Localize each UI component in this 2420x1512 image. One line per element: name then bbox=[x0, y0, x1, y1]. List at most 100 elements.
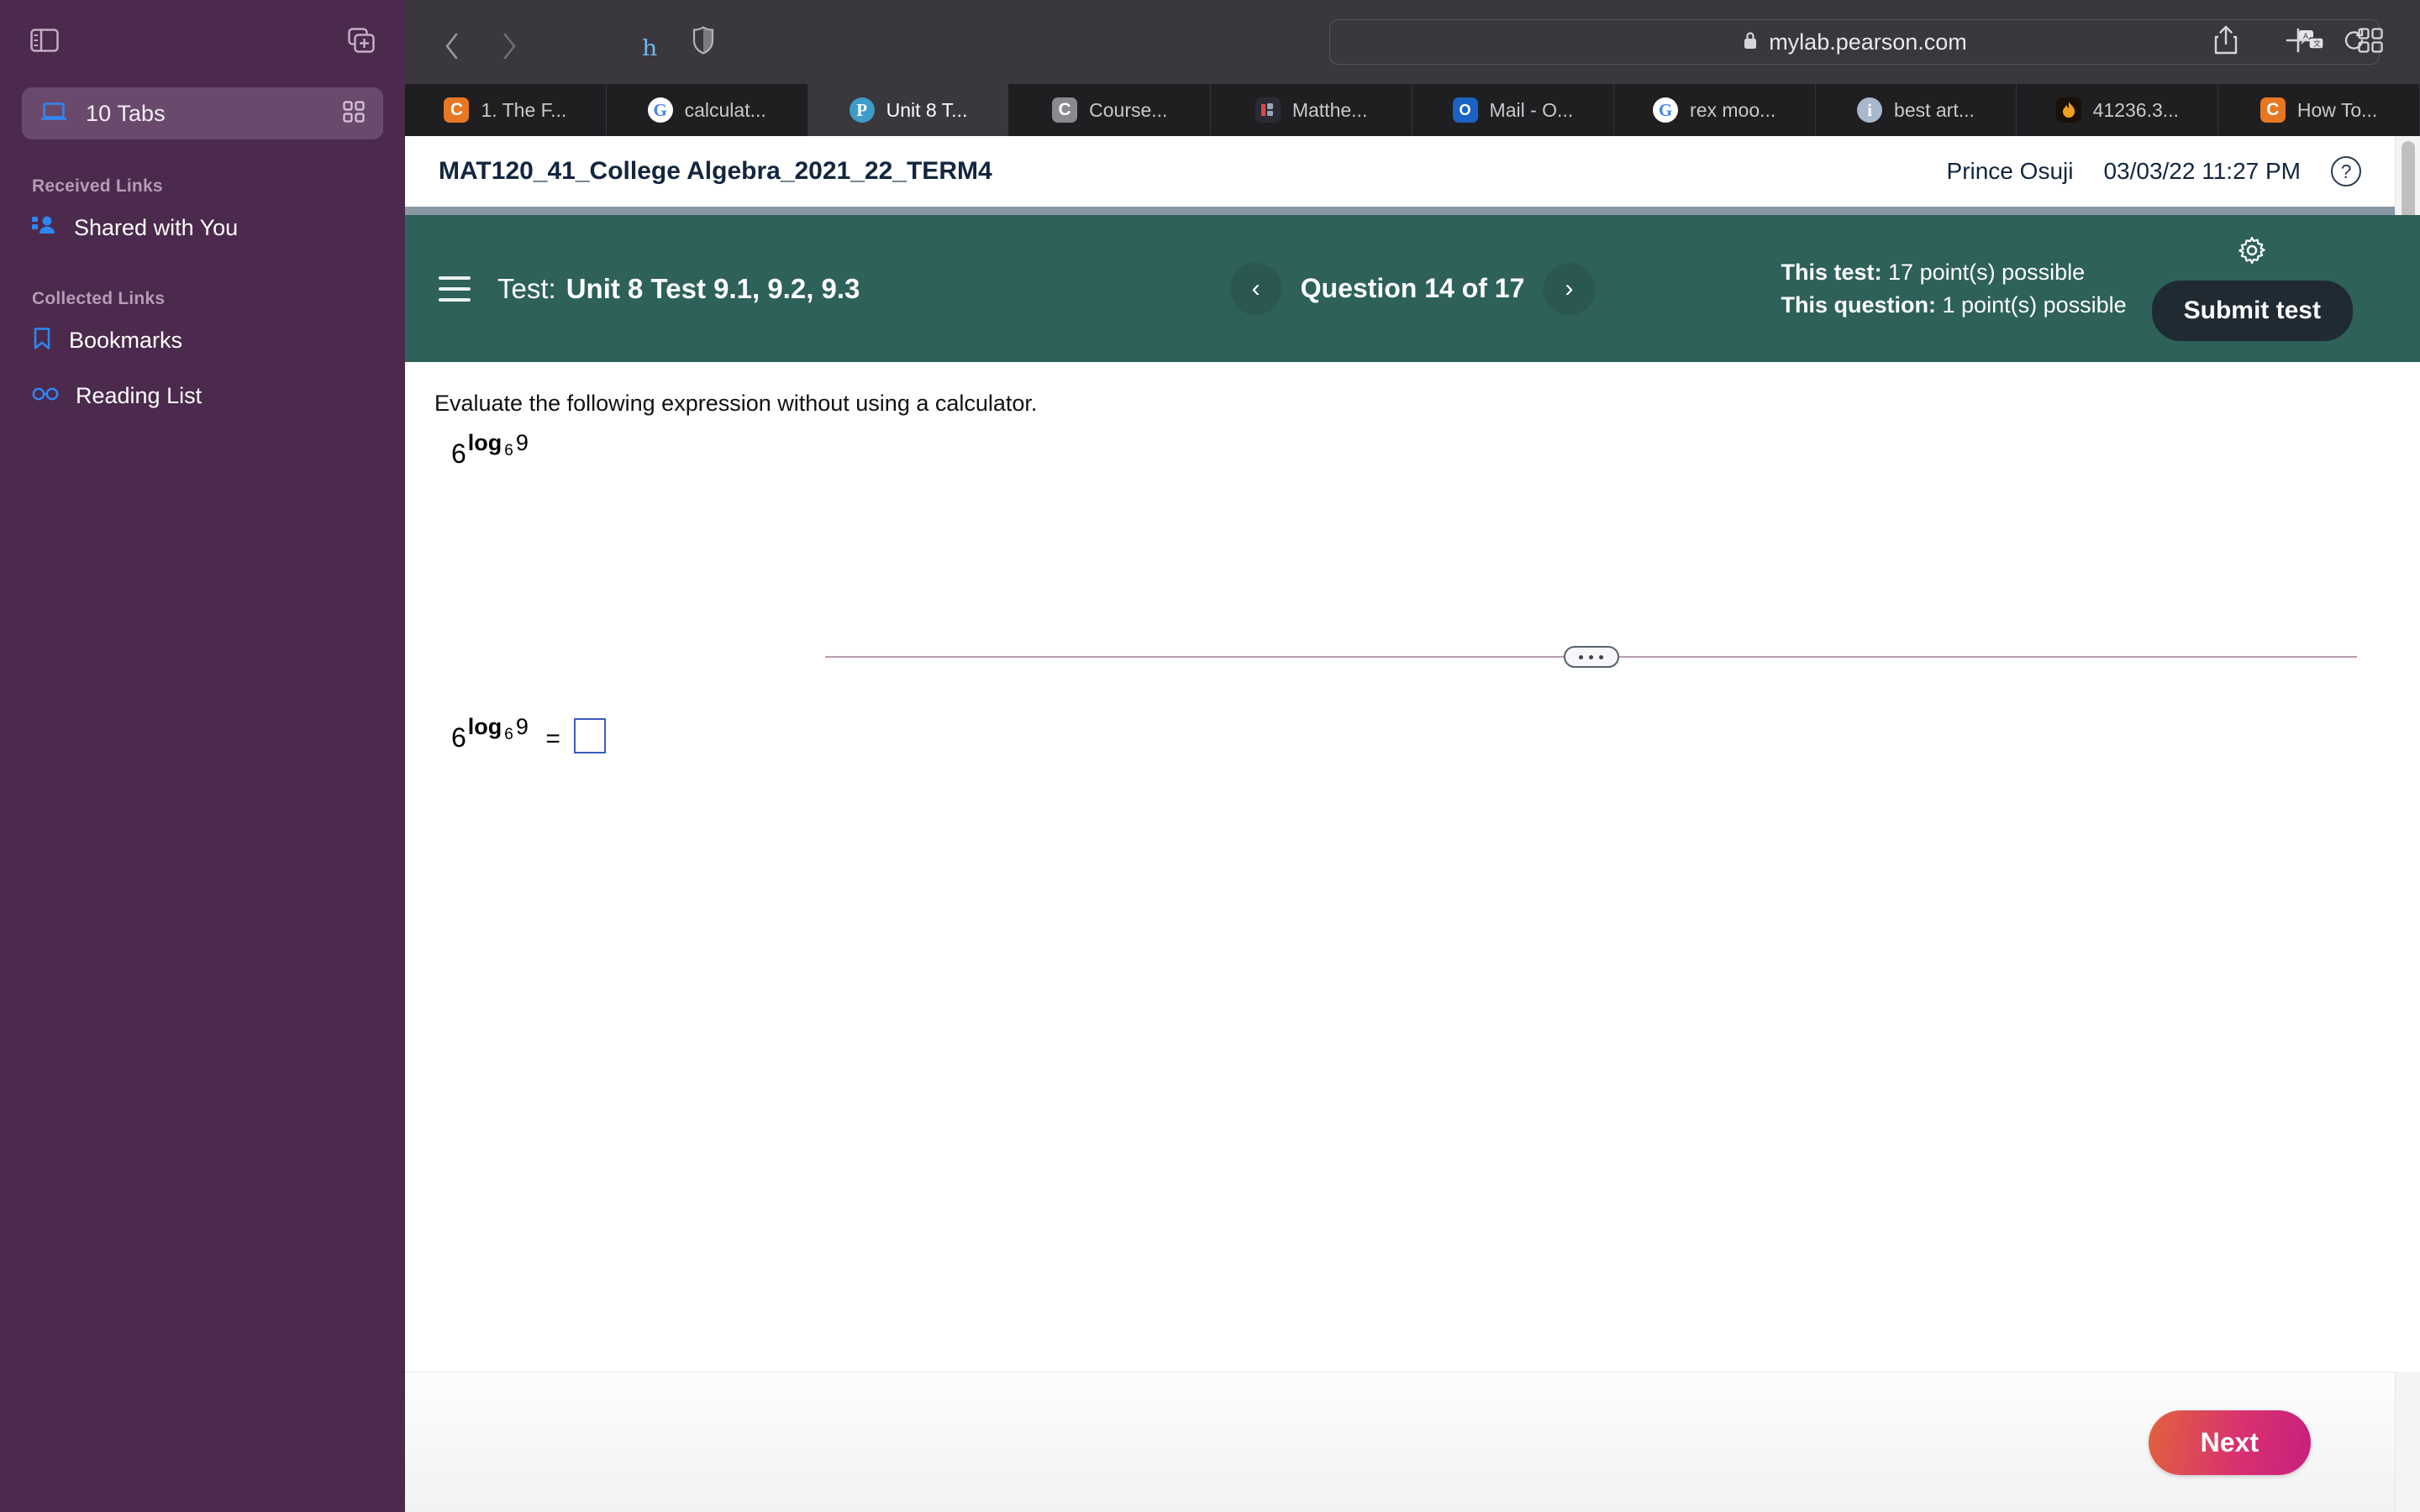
sidebar-toolbar bbox=[22, 0, 383, 84]
log-base: 6 bbox=[504, 442, 513, 460]
test-label: Test: bbox=[497, 273, 556, 305]
tab-title: Matthe... bbox=[1292, 99, 1367, 122]
this-test-points: This test: 17 point(s) possible bbox=[1781, 260, 2127, 286]
sidebar-item-label: Shared with You bbox=[74, 215, 238, 241]
page-title: MAT120_41_College Algebra_2021_22_TERM4 bbox=[439, 157, 992, 186]
navigation-buttons bbox=[442, 32, 519, 52]
header-divider bbox=[405, 207, 2420, 215]
course-header: MAT120_41_College Algebra_2021_22_TERM4 … bbox=[405, 136, 2420, 207]
sidebar-toggle-icon[interactable] bbox=[30, 29, 59, 56]
browser-tab[interactable]: Matthe... bbox=[1211, 84, 1413, 136]
shared-people-icon bbox=[32, 215, 57, 241]
outlook-icon: O bbox=[1453, 97, 1478, 123]
math-expression: 6 log 6 9 bbox=[451, 722, 529, 753]
points-info: This test: 17 point(s) possible This que… bbox=[1781, 260, 2152, 318]
new-tab-group-icon[interactable] bbox=[348, 28, 375, 57]
browser-tab[interactable]: C 1. The F... bbox=[405, 84, 607, 136]
grid-icon[interactable] bbox=[343, 101, 365, 127]
extension-icons: ₕ bbox=[642, 23, 714, 61]
glasses-icon bbox=[32, 386, 59, 407]
share-icon[interactable] bbox=[2213, 25, 2238, 60]
bookmark-icon bbox=[32, 327, 52, 354]
gear-icon[interactable] bbox=[2238, 236, 2266, 269]
equals-sign: = bbox=[545, 725, 560, 753]
tab-title: Course... bbox=[1089, 99, 1167, 122]
page-footer: Next bbox=[405, 1372, 2420, 1512]
chevron-right-icon[interactable] bbox=[499, 32, 519, 52]
next-question-button[interactable]: › bbox=[1543, 263, 1595, 315]
previous-question-button[interactable]: ‹ bbox=[1230, 263, 1282, 315]
browser-tab[interactable]: G rex moo... bbox=[1614, 84, 1816, 136]
privacy-shield-icon[interactable] bbox=[692, 26, 714, 59]
math-expression: 6 log 6 9 bbox=[451, 438, 529, 470]
this-question-points: This question: 1 point(s) possible bbox=[1781, 292, 2127, 318]
safari-sidebar: 10 Tabs Received Links Shar bbox=[0, 0, 405, 1512]
dot bbox=[1599, 655, 1603, 659]
sidebar-item-label: Reading List bbox=[76, 383, 202, 409]
submit-area: Submit test bbox=[2152, 236, 2386, 341]
log-base: 6 bbox=[504, 726, 513, 744]
help-icon[interactable]: ? bbox=[2331, 156, 2361, 186]
browser-window: 10 Tabs Received Links Shar bbox=[0, 0, 2420, 1512]
expression-base: 6 bbox=[451, 722, 466, 753]
sidebar-item-bookmarks[interactable]: Bookmarks bbox=[22, 316, 383, 365]
hypothesis-icon[interactable]: ₕ bbox=[642, 23, 659, 61]
sidebar-item-shared-with-you[interactable]: Shared with You bbox=[22, 203, 383, 252]
laptop-icon bbox=[40, 102, 67, 126]
this-question-label: This question: bbox=[1781, 292, 1937, 318]
hamburger-menu-icon[interactable] bbox=[439, 276, 471, 302]
tab-title: How To... bbox=[2297, 99, 2377, 122]
answer-expression: 6 log 6 9 = bbox=[405, 718, 2420, 753]
chevron-left-icon[interactable] bbox=[442, 32, 462, 52]
submit-test-button[interactable]: Submit test bbox=[2152, 281, 2353, 341]
google-icon: G bbox=[1653, 97, 1678, 123]
this-test-label: This test: bbox=[1781, 260, 1882, 285]
this-test-value: 17 point(s) possible bbox=[1888, 260, 2085, 285]
tab-overview-icon[interactable] bbox=[2358, 28, 2383, 57]
document-icon bbox=[1255, 97, 1281, 123]
browser-tab[interactable]: G calculat... bbox=[607, 84, 808, 136]
browser-tab[interactable]: C Course... bbox=[1009, 84, 1211, 136]
tab-title: Unit 8 T... bbox=[886, 99, 968, 122]
dot bbox=[1579, 655, 1583, 659]
tab-title: best art... bbox=[1894, 99, 1975, 122]
answer-input[interactable] bbox=[574, 718, 606, 753]
canvas-icon: C bbox=[444, 97, 469, 123]
browser-tab-active[interactable]: P Unit 8 T... bbox=[808, 84, 1010, 136]
tab-bar: C 1. The F... G calculat... P Unit 8 T..… bbox=[405, 84, 2420, 136]
url-text: mylab.pearson.com bbox=[1769, 29, 1967, 55]
question-prompt: Evaluate the following expression withou… bbox=[405, 362, 2420, 417]
sidebar-item-reading-list[interactable]: Reading List bbox=[22, 371, 383, 420]
pearson-icon: P bbox=[850, 97, 875, 123]
tabs-count-label: 10 Tabs bbox=[86, 101, 324, 127]
sidebar-item-tabs[interactable]: 10 Tabs bbox=[22, 87, 383, 139]
log-argument: 9 bbox=[516, 430, 529, 456]
dot bbox=[1589, 655, 1593, 659]
test-name: Unit 8 Test 9.1, 9.2, 9.3 bbox=[566, 273, 860, 305]
canvas-gray-icon: C bbox=[1052, 97, 1077, 123]
resizable-divider bbox=[825, 656, 2357, 658]
browser-tab[interactable]: O Mail - O... bbox=[1413, 84, 1614, 136]
browser-tab[interactable]: C How To... bbox=[2218, 84, 2420, 136]
timestamp: 03/03/22 11:27 PM bbox=[2103, 158, 2301, 185]
next-button[interactable]: Next bbox=[2149, 1410, 2311, 1475]
tab-title: Mail - O... bbox=[1490, 99, 1574, 122]
expression-exponent: log 6 9 bbox=[468, 430, 529, 456]
this-question-value: 1 point(s) possible bbox=[1943, 292, 2127, 318]
plus-icon[interactable] bbox=[2286, 28, 2311, 57]
section-title-received-links: Received Links bbox=[32, 176, 383, 197]
lock-icon bbox=[1742, 30, 1759, 55]
test-toolbar: Test: Unit 8 Test 9.1, 9.2, 9.3 ‹ Questi… bbox=[405, 215, 2420, 362]
expression-exponent: log 6 9 bbox=[468, 714, 529, 740]
toolbar-right-actions bbox=[2213, 25, 2383, 60]
expression-base: 6 bbox=[451, 438, 466, 470]
browser-tab[interactable]: i best art... bbox=[1816, 84, 2018, 136]
google-icon: G bbox=[648, 97, 673, 123]
browser-toolbar: ₕ mylab.pearson.com bbox=[405, 0, 2420, 84]
drag-handle-dots-icon[interactable] bbox=[1564, 646, 1619, 668]
tab-title: calculat... bbox=[685, 99, 766, 122]
browser-tab[interactable]: 41236.3... bbox=[2017, 84, 2218, 136]
info-icon: i bbox=[1857, 97, 1882, 123]
course-header-right: Prince Osuji 03/03/22 11:27 PM ? bbox=[1947, 156, 2420, 186]
user-name: Prince Osuji bbox=[1947, 158, 2074, 185]
